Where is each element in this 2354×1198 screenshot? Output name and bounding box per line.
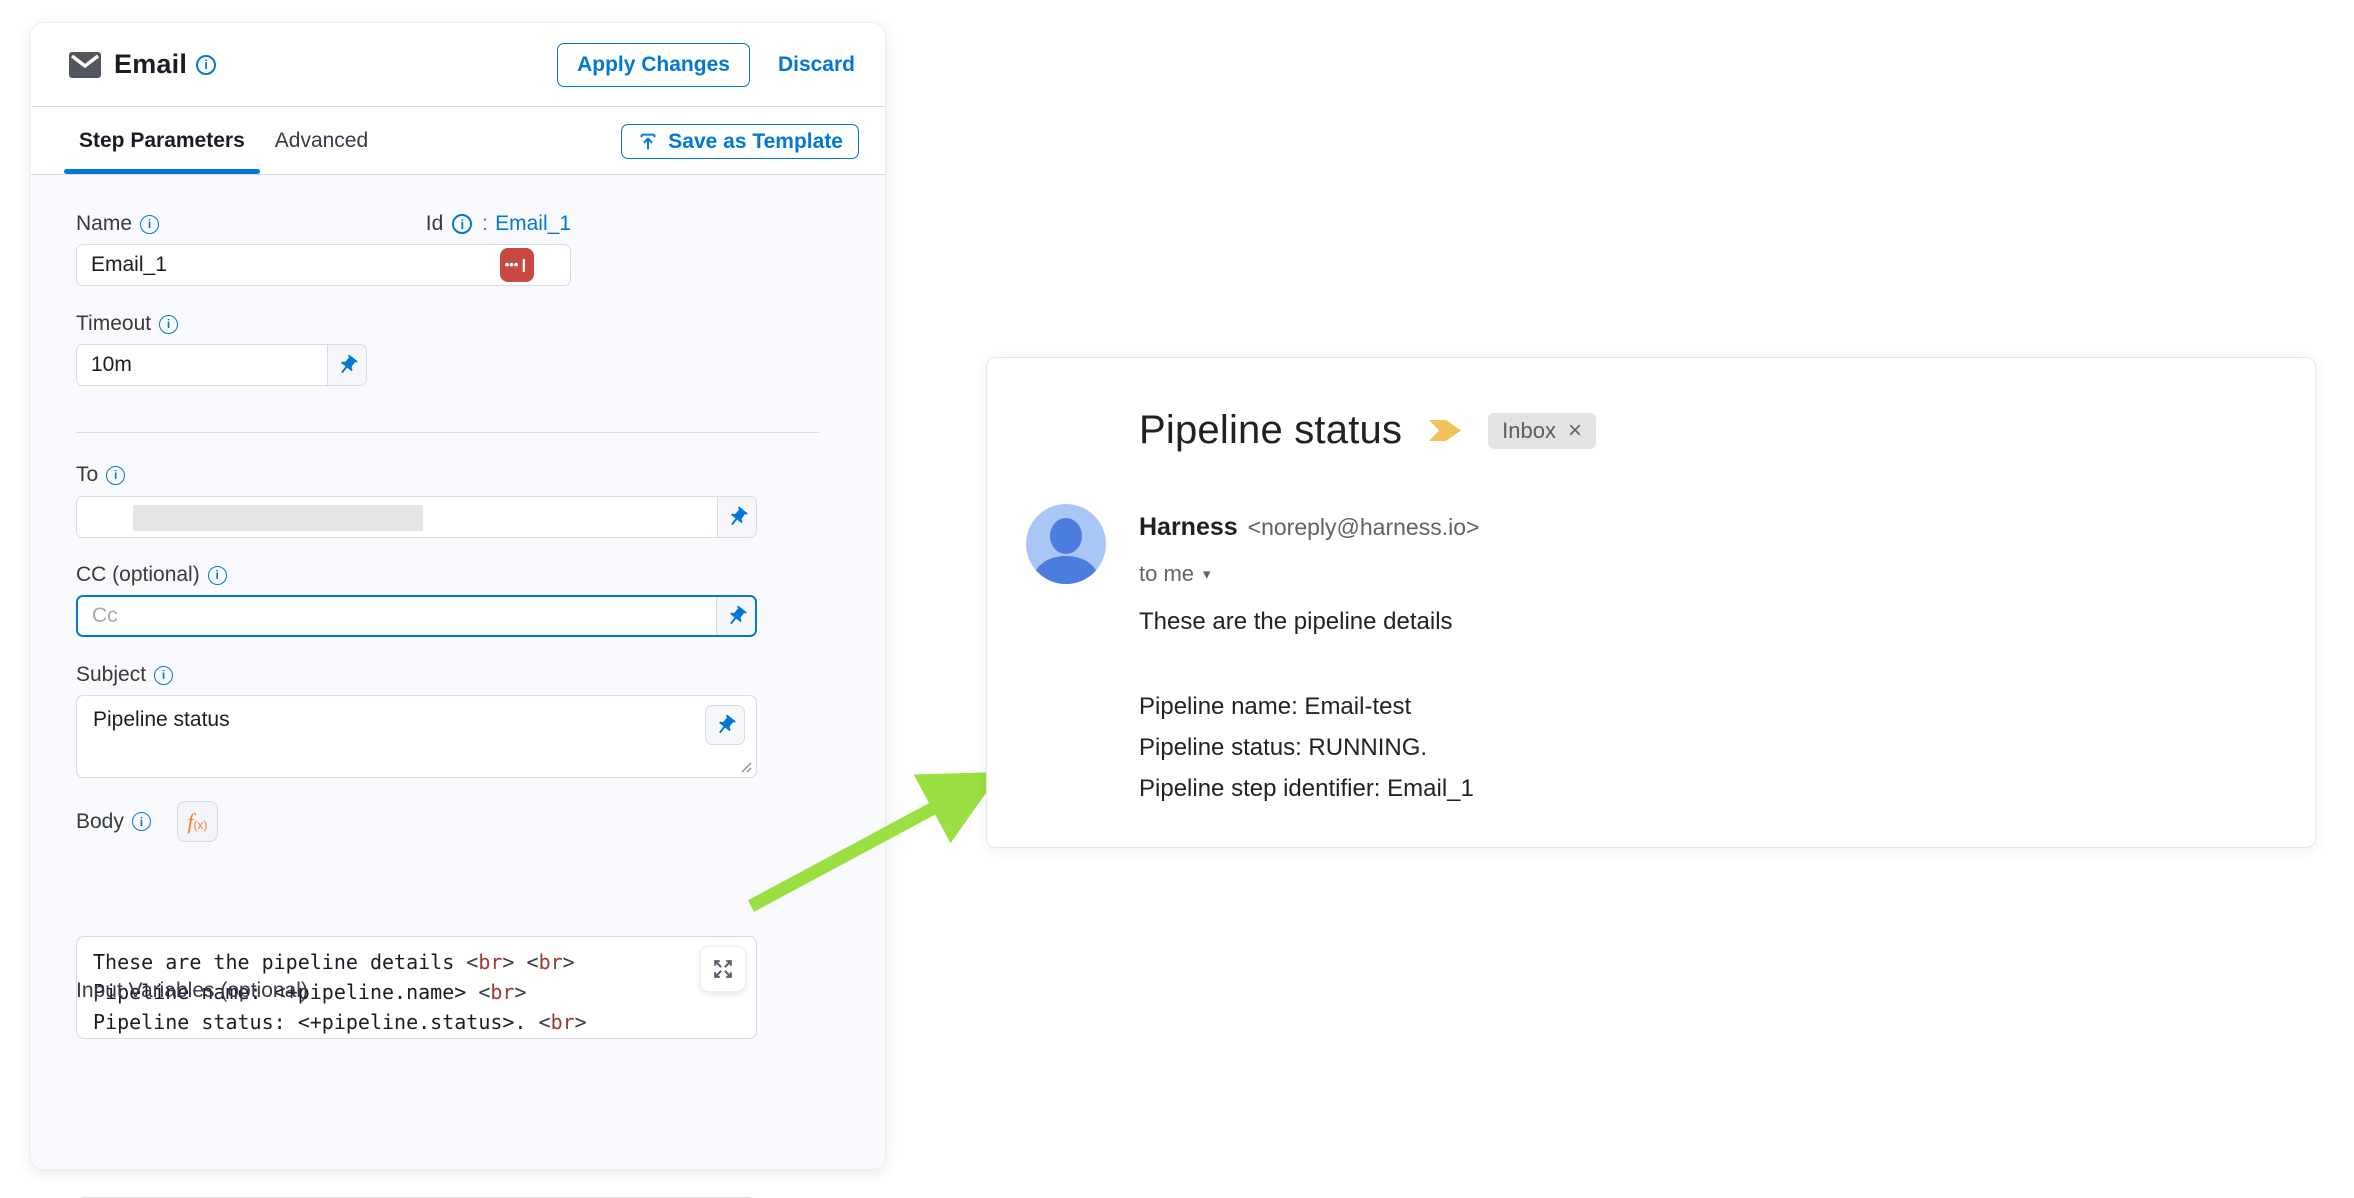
recipient-label: to me <box>1139 561 1194 587</box>
timeout-label-text: Timeout <box>76 312 151 336</box>
email-body-details: Pipeline name: Email-test Pipeline statu… <box>1139 686 1474 809</box>
cc-label: CC (optional) <box>76 563 227 587</box>
email-subject-title: Pipeline status <box>1139 408 1402 453</box>
email-body-line: Pipeline step identifier: Email_1 <box>1139 768 1474 809</box>
redacted-email-block <box>133 505 423 531</box>
expand-icon <box>710 956 736 982</box>
section-divider <box>76 432 819 433</box>
tab-step-parameters-label: Step Parameters <box>79 129 245 153</box>
pin-icon <box>720 600 752 632</box>
save-as-template-label: Save as Template <box>668 130 843 154</box>
panel-header: Email Apply Changes Discard <box>31 23 885 107</box>
subject-label-text: Subject <box>76 663 146 687</box>
inbox-label-text: Inbox <box>1502 418 1556 444</box>
name-input[interactable] <box>76 244 571 286</box>
active-tab-underline <box>64 169 260 174</box>
body-info-icon[interactable] <box>132 812 151 831</box>
id-label: Id <box>426 212 444 236</box>
sender-avatar <box>1026 504 1106 584</box>
apply-changes-button[interactable]: Apply Changes <box>557 43 750 87</box>
title-info-icon[interactable] <box>196 55 216 75</box>
chevron-down-icon: ▾ <box>1203 565 1211 583</box>
to-fixed-value-pin-button[interactable] <box>717 497 756 537</box>
cc-info-icon[interactable] <box>208 566 227 585</box>
pin-icon <box>331 349 363 381</box>
recipient-dropdown[interactable]: to me ▾ <box>1139 561 1211 587</box>
fx-sub-label: (x) <box>193 818 207 832</box>
expand-editor-button[interactable] <box>700 946 746 992</box>
name-label: Name <box>76 212 159 236</box>
pin-icon <box>709 709 741 741</box>
save-as-template-button[interactable]: Save as Template <box>621 124 859 159</box>
page-title: Email <box>114 49 187 80</box>
id-info-icon[interactable] <box>452 214 472 234</box>
name-info-icon[interactable] <box>140 215 159 234</box>
pin-icon <box>721 501 753 533</box>
cc-input[interactable] <box>78 597 716 635</box>
subject-label: Subject <box>76 663 173 687</box>
subject-textarea[interactable]: Pipeline status <box>77 696 756 777</box>
annotation-arrow <box>735 758 1025 928</box>
step-parameters-form: Name Id : Email_1 Timeout <box>31 175 885 1169</box>
inbox-label-chip[interactable]: Inbox × <box>1488 413 1596 449</box>
subject-info-icon[interactable] <box>154 666 173 685</box>
tab-advanced[interactable]: Advanced <box>260 107 383 174</box>
id-separator: : <box>482 212 488 236</box>
email-body-intro: These are the pipeline details <box>1139 608 1453 636</box>
discard-button[interactable]: Discard <box>778 53 855 77</box>
email-body-line: Pipeline status: RUNNING. <box>1139 727 1474 768</box>
to-label-text: To <box>76 463 98 487</box>
timeout-input[interactable] <box>77 345 327 385</box>
email-step-panel: Email Apply Changes Discard Step Paramet… <box>30 22 886 1170</box>
body-label-text: Body <box>76 810 124 834</box>
sender-name: Harness <box>1139 513 1238 542</box>
body-label: Body <box>76 810 151 834</box>
screenshot-canvas: Email Apply Changes Discard Step Paramet… <box>0 0 2354 1198</box>
password-manager-extension-icon[interactable] <box>500 248 534 282</box>
importance-marker-icon[interactable] <box>1428 418 1462 443</box>
id-chip: Id : Email_1 <box>426 212 571 236</box>
timeout-label: Timeout <box>76 312 178 336</box>
to-input-wrap <box>77 497 717 537</box>
cc-label-text: CC (optional) <box>76 563 200 587</box>
tabs-row: Step Parameters Advanced Save as Templat… <box>31 107 885 175</box>
subject-fixed-value-pin-button[interactable] <box>705 705 745 745</box>
email-body-line: Pipeline name: Email-test <box>1139 686 1474 727</box>
tab-advanced-label: Advanced <box>275 129 368 153</box>
cc-fixed-value-pin-button[interactable] <box>716 597 755 635</box>
upload-icon <box>637 131 659 153</box>
expression-fx-button[interactable]: f (x) <box>177 801 218 842</box>
id-value-link[interactable]: Email_1 <box>495 212 571 236</box>
timeout-info-icon[interactable] <box>159 315 178 334</box>
name-label-text: Name <box>76 212 132 236</box>
header-actions: Apply Changes Discard <box>557 43 855 87</box>
sender-email: <noreply@harness.io> <box>1248 514 1480 541</box>
input-variables-label: Input Variables (optional) <box>76 979 308 1003</box>
remove-label-icon[interactable]: × <box>1568 419 1582 443</box>
email-preview-card: Pipeline status Inbox × Harness <noreply… <box>986 357 2316 848</box>
email-envelope-icon <box>69 52 101 78</box>
timeout-fixed-value-pin-button[interactable] <box>327 345 366 385</box>
to-label: To <box>76 463 125 487</box>
avatar-body <box>1034 556 1098 584</box>
to-info-icon[interactable] <box>106 466 125 485</box>
tab-step-parameters[interactable]: Step Parameters <box>64 107 260 174</box>
avatar-head <box>1050 518 1082 554</box>
